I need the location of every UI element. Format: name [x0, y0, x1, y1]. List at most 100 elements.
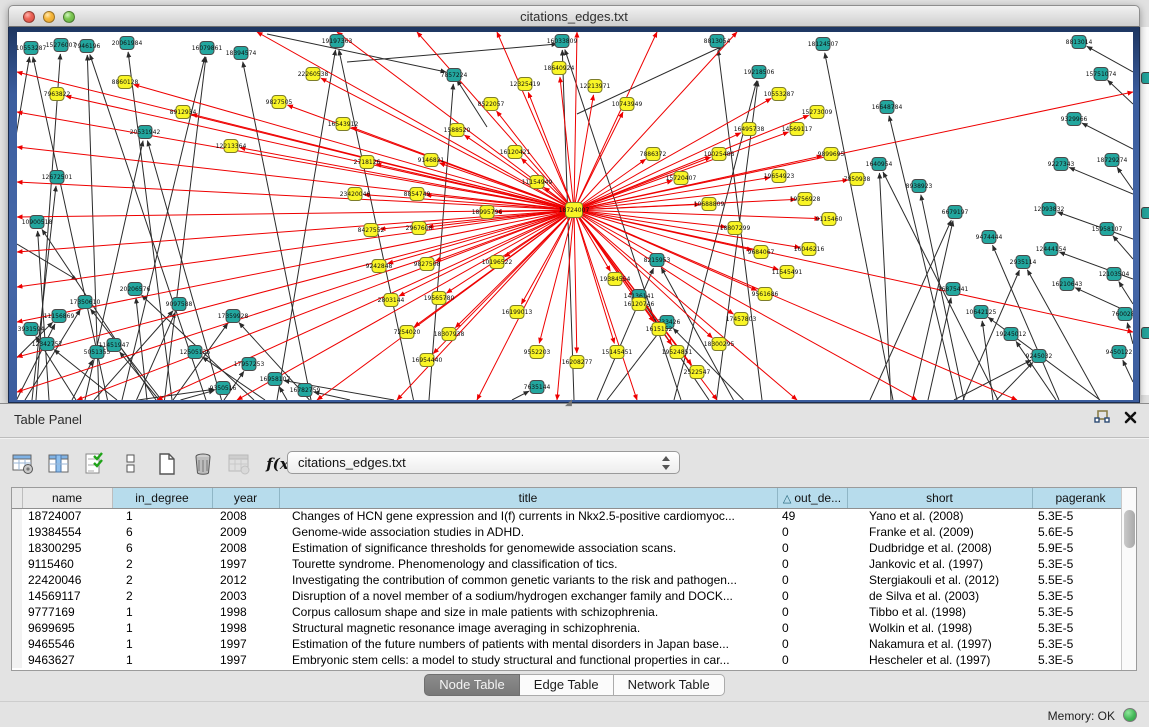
graph-edge[interactable] [17, 112, 574, 210]
graph-edge[interactable] [1113, 236, 1133, 259]
cell-in_degree[interactable]: 1 [112, 636, 212, 652]
graph-edge[interactable] [921, 195, 964, 400]
table-settings-icon[interactable] [10, 451, 36, 477]
new-table-icon[interactable] [154, 451, 180, 477]
cell-title[interactable]: Genome-wide association studies in ADHD. [279, 524, 777, 540]
cell-name[interactable]: 9699695 [22, 620, 112, 636]
cell-out_de[interactable]: 0 [777, 620, 847, 636]
column-header-in_degree[interactable]: in_degree [112, 488, 212, 508]
cell-pagerank[interactable]: 5.3E-5 [1032, 604, 1129, 620]
column-header-out_de[interactable]: △out_de... [777, 488, 847, 508]
graph-edge[interactable] [574, 115, 809, 210]
cell-title[interactable]: Estimation of the future numbers of pati… [279, 636, 777, 652]
table-row[interactable]: 977716911998Corpus callosum shape and si… [12, 604, 1129, 620]
graph-edge[interactable] [237, 210, 574, 400]
graph-edge[interactable] [1082, 123, 1133, 149]
cell-pagerank[interactable]: 5.3E-5 [1032, 652, 1129, 668]
graph-edge[interactable] [1117, 167, 1133, 190]
graph-edge[interactable] [661, 268, 733, 400]
column-header-short[interactable]: short [847, 488, 1032, 508]
table-row[interactable]: 969969511998Structural magnetic resonanc… [12, 620, 1129, 636]
graph-edge[interactable] [1127, 323, 1133, 344]
cell-year[interactable]: 2008 [212, 540, 279, 556]
cell-year[interactable]: 1998 [212, 604, 279, 620]
cell-name[interactable]: 9777169 [22, 604, 112, 620]
cell-out_de[interactable]: 0 [777, 540, 847, 556]
cell-out_de[interactable]: 49 [777, 508, 847, 524]
graph-edge[interactable] [1108, 80, 1133, 104]
cell-pagerank[interactable]: 5.6E-5 [1032, 524, 1129, 540]
citation-graph[interactable]: 1055328715276007794619620061984160798611… [17, 32, 1133, 400]
float-panel-icon[interactable] [1094, 410, 1110, 429]
graph-edge[interactable] [574, 32, 577, 210]
graph-edge[interactable] [928, 298, 951, 400]
table-row[interactable]: 1456911722003Disruption of a novel membe… [12, 588, 1129, 604]
cell-name[interactable]: 14569117 [22, 588, 112, 604]
cell-title[interactable]: Estimation of significance thresholds fo… [279, 540, 777, 556]
cell-out_de[interactable]: 0 [777, 636, 847, 652]
graph-edge[interactable] [1069, 167, 1133, 194]
graph-edge[interactable] [279, 387, 287, 400]
cell-name[interactable]: 18724007 [22, 508, 112, 524]
graph-edge[interactable] [870, 220, 951, 400]
graph-edge[interactable] [147, 141, 221, 400]
cell-name[interactable]: 9115460 [22, 556, 112, 572]
graph-edge[interactable] [17, 57, 29, 400]
cell-title[interactable]: Changes of HCN gene expression and I(f) … [279, 508, 777, 524]
tab-network-table[interactable]: Network Table [614, 674, 725, 696]
graph-edge[interactable] [1087, 46, 1133, 72]
graph-edge[interactable] [574, 210, 1133, 332]
scrollbar-thumb[interactable] [1124, 510, 1135, 548]
table-row[interactable]: 1938455462009Genome-wide association stu… [12, 524, 1129, 540]
cell-short[interactable]: Tibbo et al. (1998) [847, 604, 1032, 620]
cell-pagerank[interactable]: 5.3E-5 [1032, 636, 1129, 652]
cell-short[interactable]: Nakamura et al. (1997) [847, 636, 1032, 652]
graph-edge[interactable] [607, 329, 662, 400]
cell-short[interactable]: de Silva et al. (2003) [847, 588, 1032, 604]
cell-in_degree[interactable]: 1 [112, 620, 212, 636]
table-row[interactable]: 1830029562008Estimation of significance … [12, 540, 1129, 556]
cell-name[interactable]: 19384554 [22, 524, 112, 540]
show-columns-icon[interactable] [46, 451, 72, 477]
cell-pagerank[interactable]: 5.3E-5 [1032, 588, 1129, 604]
cell-year[interactable]: 1998 [212, 620, 279, 636]
close-panel-icon[interactable] [1124, 411, 1137, 429]
cell-out_de[interactable]: 0 [777, 652, 847, 668]
cell-in_degree[interactable]: 2 [112, 572, 212, 588]
cell-year[interactable]: 2003 [212, 588, 279, 604]
cell-in_degree[interactable]: 2 [112, 588, 212, 604]
select-columns-icon[interactable] [82, 451, 108, 477]
window-titlebar[interactable]: citations_edges.txt [8, 5, 1140, 27]
cell-year[interactable]: 1997 [212, 652, 279, 668]
row-height-icon[interactable] [118, 451, 144, 477]
graph-edge[interactable] [1123, 360, 1133, 382]
cell-in_degree[interactable]: 2 [112, 556, 212, 572]
cell-short[interactable]: Stergiakouli et al. (2012) [847, 572, 1032, 588]
graph-edge[interactable] [347, 44, 557, 62]
graph-edge[interactable] [136, 298, 147, 400]
cell-name[interactable]: 9463627 [22, 652, 112, 668]
table-row[interactable]: 911546021997Tourette syndrome. Phenomeno… [12, 556, 1129, 572]
network-canvas[interactable]: 1055328715276007794619620061984160798611… [17, 32, 1133, 400]
delete-table-icon[interactable] [190, 451, 216, 477]
cell-pagerank[interactable]: 5.3E-5 [1032, 508, 1129, 524]
table-row[interactable]: 2242004622012Investigating the contribut… [12, 572, 1129, 588]
cell-out_de[interactable]: 0 [777, 556, 847, 572]
graph-edge[interactable] [982, 321, 993, 400]
column-header-name[interactable]: name [22, 488, 112, 508]
cell-pagerank[interactable]: 5.5E-5 [1032, 572, 1129, 588]
graph-edge[interactable] [512, 391, 529, 400]
cell-out_de[interactable]: 0 [777, 524, 847, 540]
splitter-grip-icon[interactable]: ◢ [565, 398, 579, 406]
column-header-title[interactable]: title [279, 488, 777, 508]
table-selector-dropdown[interactable]: citations_edges.txt [287, 451, 680, 474]
graph-edge[interactable] [574, 210, 577, 353]
cell-year[interactable]: 2009 [212, 524, 279, 540]
cell-name[interactable]: 9465546 [22, 636, 112, 652]
cell-year[interactable]: 2012 [212, 572, 279, 588]
cell-short[interactable]: Wolkin et al. (1998) [847, 620, 1032, 636]
graph-edge[interactable] [574, 32, 657, 210]
cell-title[interactable]: Corpus callosum shape and size in male p… [279, 604, 777, 620]
cell-name[interactable]: 22420046 [22, 572, 112, 588]
cell-out_de[interactable]: 0 [777, 572, 847, 588]
